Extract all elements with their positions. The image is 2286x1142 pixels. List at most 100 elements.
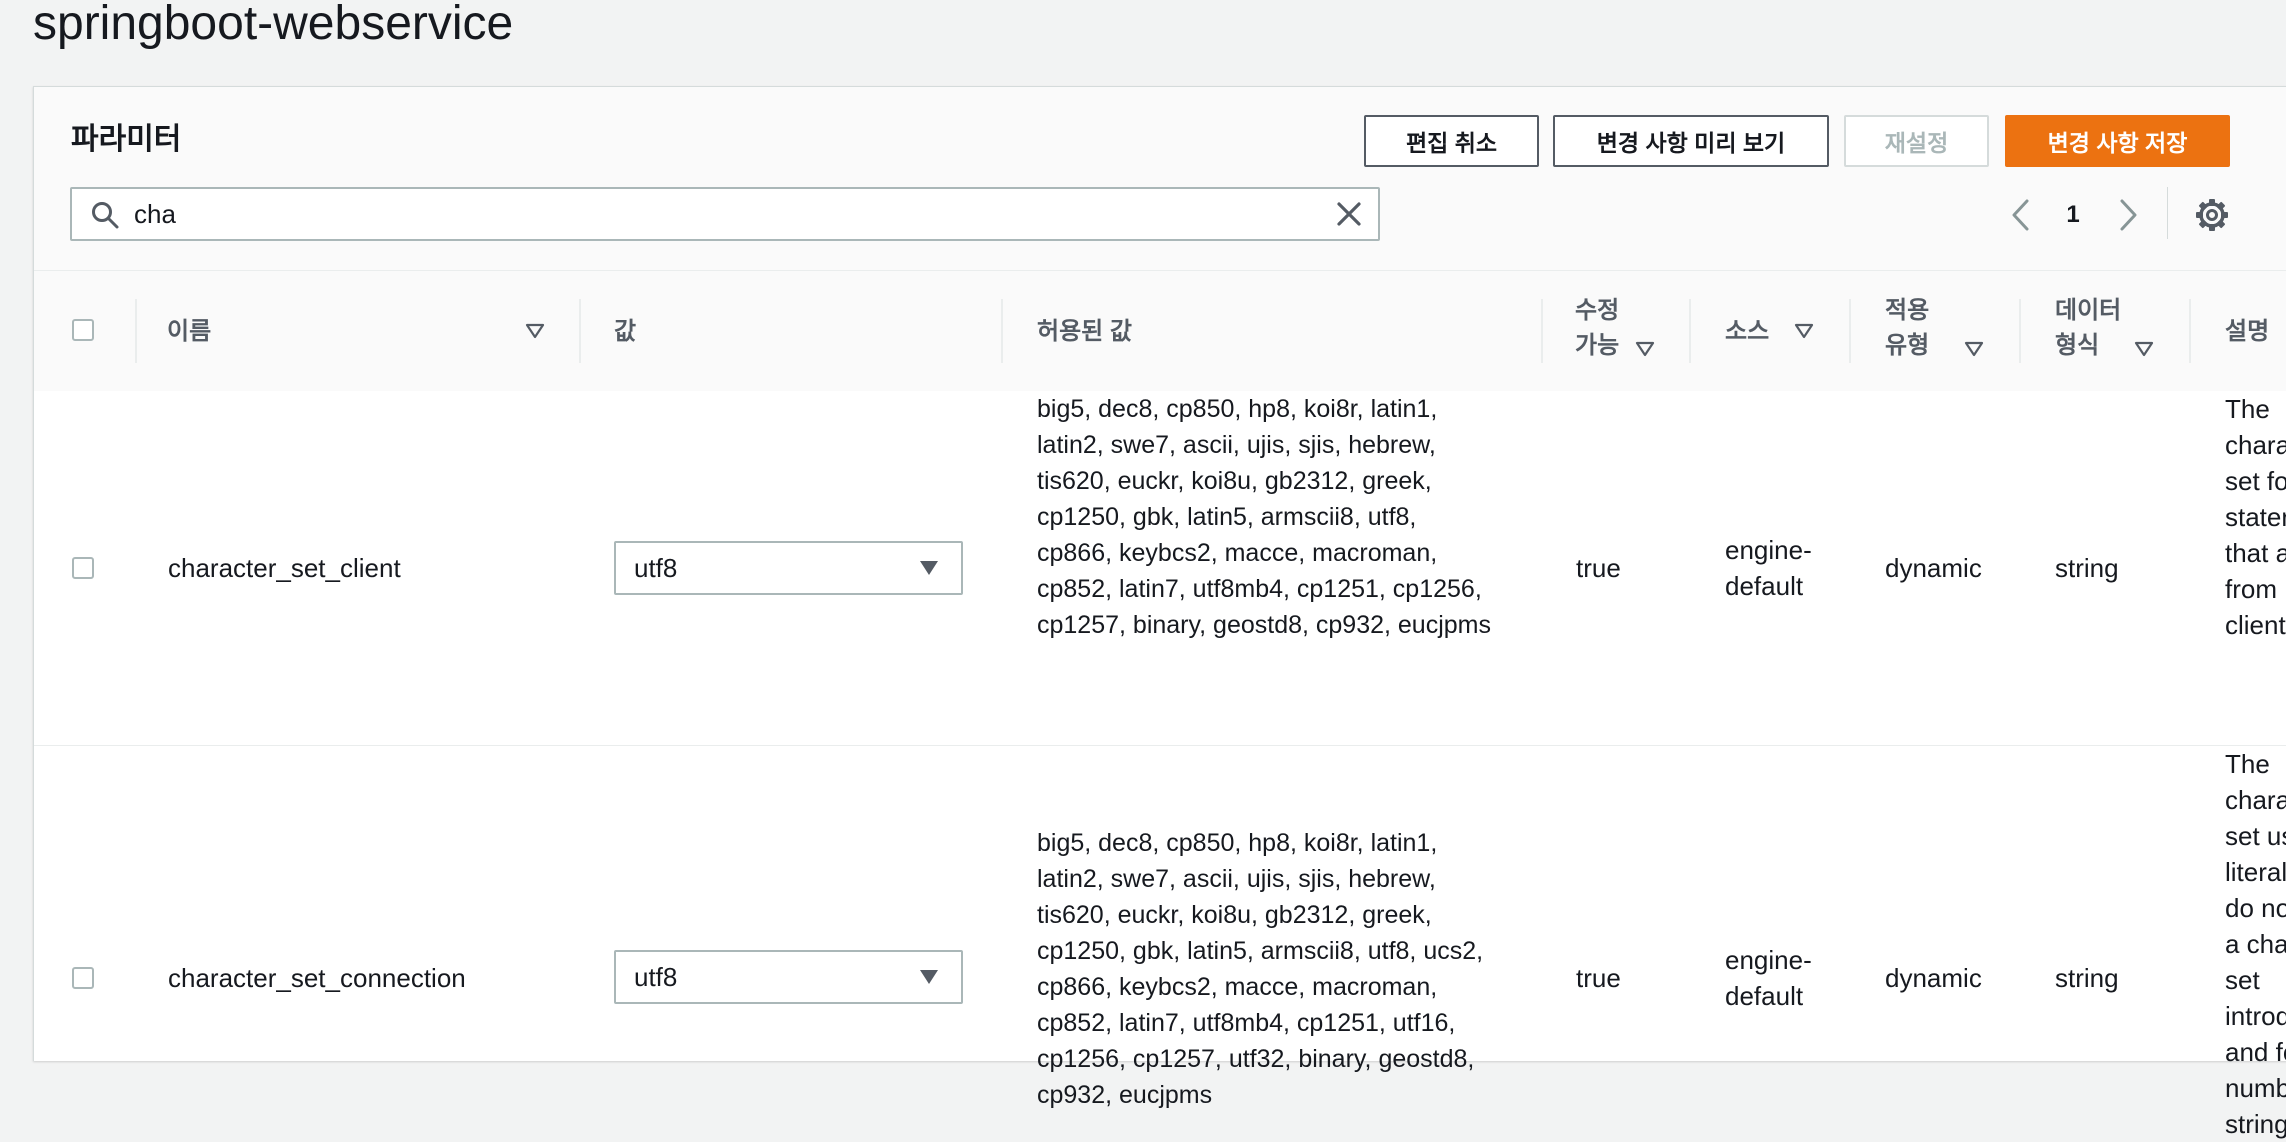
allowed-values-line: cp866, keybcs2, macce, macroman, — [1037, 973, 1438, 1001]
column-divider — [1001, 299, 1003, 363]
close-icon[interactable] — [1334, 199, 1364, 229]
sort-icon[interactable] — [1635, 341, 1655, 357]
allowed-values-line: latin2, swe7, ascii, ujis, sjis, hebrew, — [1037, 865, 1436, 893]
cancel-edit-button[interactable]: 편집 취소 — [1364, 115, 1539, 167]
description-line: do no — [2225, 893, 2286, 923]
table-header: 이름 값 허용된 값 수정 가능 소스 적용 유형 데이터 형식 설명 — [34, 270, 2286, 392]
allowed-values-cell: big5, dec8, cp850, hp8, koi8r, latin1, l… — [1037, 825, 1537, 1113]
save-changes-button[interactable]: 변경 사항 저장 — [2005, 115, 2230, 167]
table-row: character_set_connection utf8 big5, dec8… — [34, 746, 2286, 1139]
allowed-values-line: tis620, euckr, koi8u, gb2312, greek, — [1037, 901, 1432, 929]
allowed-values-line: cp1250, gbk, latin5, armscii8, utf8, — [1037, 503, 1417, 531]
allowed-values-line: cp1250, gbk, latin5, armscii8, utf8, ucs… — [1037, 937, 1484, 965]
source-value: engine- default — [1725, 532, 1812, 604]
column-divider — [579, 299, 581, 363]
value-select[interactable]: utf8 — [614, 950, 963, 1004]
source-line: engine- — [1725, 945, 1812, 975]
description-line: from — [2225, 574, 2277, 604]
description-line: stater — [2225, 502, 2286, 532]
allowed-values-line: tis620, euckr, koi8u, gb2312, greek, — [1037, 467, 1432, 495]
column-header-modifiable[interactable]: 수정 가능 — [1575, 293, 1619, 363]
modifiable-value: true — [1576, 553, 1621, 583]
description-line: and fo — [2225, 1037, 2286, 1067]
data-type-value: string — [2055, 963, 2119, 993]
column-divider — [2189, 299, 2191, 363]
value-select[interactable]: utf8 — [614, 541, 963, 595]
panel-title: 파라미터 — [71, 123, 182, 156]
allowed-values-line: cp852, latin7, utf8mb4, cp1251, cp1256, — [1037, 575, 1482, 603]
column-header-data-type-line2: 형식 — [2055, 332, 2100, 359]
data-type-value: string — [2055, 553, 2119, 583]
description-line: a char — [2225, 929, 2286, 959]
modifiable-value: true — [1576, 963, 1621, 993]
value-select-label: utf8 — [634, 962, 678, 992]
description-line: The — [2225, 749, 2270, 779]
allowed-values-line: cp852, latin7, utf8mb4, cp1251, utf16, — [1037, 1009, 1456, 1037]
apply-type-value: dynamic — [1885, 963, 1982, 993]
column-header-apply-type-line1: 적용 — [1885, 297, 1930, 324]
search-icon — [92, 202, 119, 229]
search-input[interactable]: cha — [70, 187, 1380, 241]
column-header-data-type-line1: 데이터 — [2055, 297, 2122, 324]
column-header-apply-type-line2: 유형 — [1885, 332, 1930, 359]
description-line: literal — [2225, 857, 2286, 887]
allowed-values-line: big5, dec8, cp850, hp8, koi8r, latin1, — [1037, 829, 1438, 857]
preview-changes-button[interactable]: 변경 사항 미리 보기 — [1553, 115, 1829, 167]
description-cell: The chara set us literal do no a char se… — [2225, 746, 2286, 1142]
description-line: numb — [2225, 1073, 2286, 1103]
allowed-values-line: cp1256, cp1257, utf32, binary, geostd8, — [1037, 1045, 1475, 1073]
source-value: engine- default — [1725, 942, 1812, 1014]
chevron-right-icon[interactable] — [2114, 195, 2142, 235]
allowed-values-line: cp1257, binary, geostd8, cp932, eucjpms — [1037, 611, 1491, 639]
parameters-panel: 파라미터 편집 취소 변경 사항 미리 보기 재설정 변경 사항 저장 cha … — [33, 86, 2286, 1139]
allowed-values-line: cp932, eucjpms — [1037, 1081, 1213, 1109]
column-header-modifiable-line1: 수정 — [1575, 297, 1620, 324]
row-checkbox[interactable] — [72, 967, 94, 989]
column-header-name[interactable]: 이름 — [167, 271, 211, 391]
gear-icon[interactable] — [2194, 197, 2230, 233]
column-divider — [135, 299, 137, 363]
description-line: introd — [2225, 1001, 2286, 1031]
value-select-label: utf8 — [634, 553, 678, 583]
description-line: that a — [2225, 538, 2286, 568]
description-line: chara — [2225, 785, 2286, 815]
chevron-left-icon[interactable] — [2007, 195, 2035, 235]
parameter-name: character_set_connection — [168, 963, 466, 993]
select-all-checkbox[interactable] — [72, 319, 94, 341]
sort-icon[interactable] — [1964, 341, 1984, 357]
current-page-number[interactable]: 1 — [2058, 195, 2088, 235]
page-title: springboot-webservice — [33, 0, 514, 50]
sort-icon[interactable] — [2134, 341, 2154, 357]
description-line: set us — [2225, 821, 2286, 851]
column-divider — [2019, 299, 2021, 363]
column-header-apply-type[interactable]: 적용 유형 — [1885, 293, 1929, 363]
description-line: set — [2225, 965, 2260, 995]
column-header-description: 설명 — [2225, 317, 2270, 345]
description-line: client — [2225, 610, 2286, 640]
row-checkbox[interactable] — [72, 557, 94, 579]
description-line: string — [2225, 1109, 2286, 1139]
description-line: chara — [2225, 430, 2286, 460]
caret-down-icon — [920, 970, 938, 984]
column-header-value: 값 — [614, 317, 637, 345]
parameter-name: character_set_client — [168, 553, 401, 583]
search-input-value[interactable]: cha — [134, 189, 176, 239]
source-line: engine- — [1725, 535, 1812, 565]
divider — [2167, 187, 2168, 239]
column-header-source[interactable]: 소스 — [1725, 271, 1769, 391]
source-line: default — [1725, 981, 1804, 1011]
sort-icon[interactable] — [525, 323, 545, 339]
column-header-allowed-values: 허용된 값 — [1037, 317, 1132, 345]
column-header-data-type[interactable]: 데이터 형식 — [2055, 293, 2121, 363]
table-row: character_set_client utf8 big5, dec8, cp… — [34, 391, 2286, 746]
apply-type-value: dynamic — [1885, 553, 1982, 583]
column-header-modifiable-line2: 가능 — [1575, 332, 1620, 359]
reset-button[interactable]: 재설정 — [1844, 115, 1989, 167]
description-line: The — [2225, 394, 2270, 424]
description-line: set fo — [2225, 466, 2286, 496]
allowed-values-line: cp866, keybcs2, macce, macroman, — [1037, 539, 1438, 567]
description-cell: The chara set fo stater that a from clie… — [2225, 391, 2286, 643]
source-line: default — [1725, 571, 1804, 601]
allowed-values-line: big5, dec8, cp850, hp8, koi8r, latin1, — [1037, 395, 1438, 423]
sort-icon[interactable] — [1794, 323, 1814, 339]
